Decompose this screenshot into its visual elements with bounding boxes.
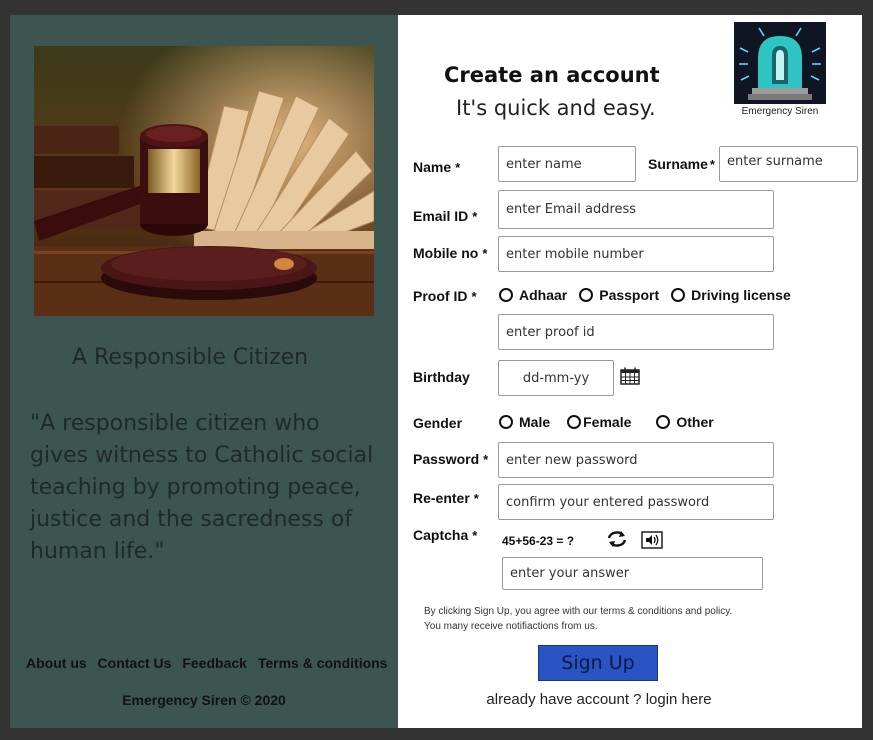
proof-option-adhaar[interactable]: Adhaar bbox=[499, 287, 567, 303]
radio-icon[interactable] bbox=[567, 415, 582, 429]
signup-panel: Create an account It's quick and easy. E… bbox=[398, 15, 862, 728]
calendar-icon[interactable] bbox=[620, 367, 640, 390]
login-link[interactable]: already have account ? login here bbox=[398, 691, 799, 708]
mobile-input[interactable]: enter mobile number bbox=[498, 236, 774, 272]
captcha-question: 45+56-23 = ? bbox=[502, 534, 575, 548]
page-title: Create an account bbox=[444, 63, 660, 87]
surname-input[interactable]: enter surname bbox=[719, 146, 858, 182]
name-input[interactable]: enter name bbox=[498, 146, 636, 182]
gender-option-other[interactable]: Other bbox=[656, 414, 714, 430]
proof-id-input[interactable]: enter proof id bbox=[498, 314, 774, 350]
terms-line: By clicking Sign Up, you agree with our … bbox=[424, 606, 733, 617]
surname-label: Surname * bbox=[648, 156, 715, 172]
email-label: Email ID * bbox=[413, 208, 478, 224]
radio-icon[interactable] bbox=[671, 288, 686, 302]
reenter-password-input[interactable]: confirm your entered password bbox=[498, 484, 774, 520]
footer-link-terms[interactable]: Terms & conditions bbox=[258, 655, 388, 671]
footer-link-feedback[interactable]: Feedback bbox=[182, 655, 247, 671]
reenter-label: Re-enter * bbox=[413, 490, 479, 506]
audio-captcha-icon[interactable] bbox=[641, 531, 663, 554]
gender-option-male[interactable]: Male bbox=[499, 414, 550, 430]
signup-button[interactable]: Sign Up bbox=[538, 645, 658, 681]
radio-icon[interactable] bbox=[579, 288, 594, 302]
proof-option-driving[interactable]: Driving license bbox=[671, 287, 791, 303]
proof-options: Adhaar Passport Driving license bbox=[499, 287, 803, 303]
terms-line: You many receive notifiactions from us. bbox=[424, 621, 598, 632]
captcha-label: Captcha * bbox=[413, 527, 478, 543]
radio-icon[interactable] bbox=[656, 415, 671, 429]
gender-label: Gender bbox=[413, 415, 463, 431]
siren-logo bbox=[734, 22, 826, 104]
proof-label: Proof ID * bbox=[413, 288, 477, 304]
terms-notice: By clicking Sign Up, you agree with our … bbox=[424, 604, 732, 634]
gender-option-female[interactable]: Female bbox=[567, 414, 631, 430]
copyright: Emergency Siren © 2020 bbox=[122, 692, 286, 708]
logo-caption: Emergency Siren bbox=[741, 106, 819, 117]
captcha-answer-input[interactable]: enter your answer bbox=[502, 557, 763, 590]
name-label: Name * bbox=[413, 159, 461, 175]
radio-icon[interactable] bbox=[499, 415, 513, 429]
radio-icon[interactable] bbox=[499, 288, 513, 302]
left-title: A Responsible Citizen bbox=[72, 345, 309, 370]
gender-options: Male Female Other bbox=[499, 414, 726, 430]
password-input[interactable]: enter new password bbox=[498, 442, 774, 478]
gavel-books-image bbox=[34, 46, 374, 316]
proof-option-passport[interactable]: Passport bbox=[579, 287, 659, 303]
email-input[interactable]: enter Email address bbox=[498, 190, 774, 229]
refresh-icon[interactable] bbox=[606, 530, 628, 553]
left-panel: A Responsible Citizen "A responsible cit… bbox=[10, 15, 398, 728]
mobile-label: Mobile no * bbox=[413, 245, 488, 261]
citizen-quote: "A responsible citizen who gives witness… bbox=[30, 411, 374, 564]
footer-links: About us Contact Us Feedback Terms & con… bbox=[26, 655, 394, 671]
footer-link-about[interactable]: About us bbox=[26, 655, 87, 671]
page-subtitle: It's quick and easy. bbox=[456, 96, 656, 120]
birthday-label: Birthday bbox=[413, 369, 470, 385]
footer-link-contact[interactable]: Contact Us bbox=[98, 655, 172, 671]
password-label: Password * bbox=[413, 451, 489, 467]
birthday-input[interactable]: dd-mm-yy bbox=[498, 360, 614, 396]
